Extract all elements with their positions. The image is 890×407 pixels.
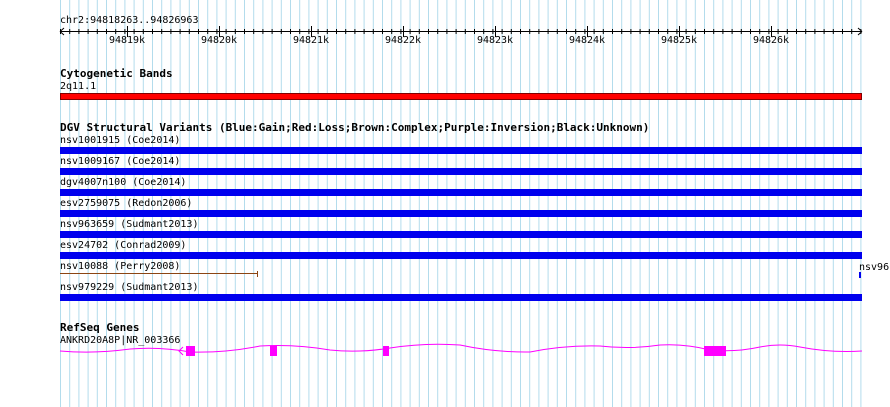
ruler-tick-label: 94822k	[384, 35, 422, 46]
exon	[383, 346, 389, 356]
ruler-tick-label: 94826k	[752, 35, 790, 46]
refseq-track-title: RefSeq Genes	[60, 321, 140, 334]
dgv-track-label: esv24702 (Conrad2009)	[60, 240, 187, 251]
dgv-variant-bar[interactable]	[60, 189, 862, 196]
exon	[704, 346, 726, 356]
dgv-edge-bar[interactable]	[859, 272, 861, 278]
dgv-variant-end-cap	[257, 271, 258, 277]
cyto-band-bar[interactable]	[60, 93, 862, 100]
gene-label: ANKRD20A8P|NR_003366	[60, 335, 181, 346]
exon	[270, 346, 277, 356]
ruler-tick-label: 94820k	[200, 35, 238, 46]
dgv-variant-bar[interactable]	[60, 147, 862, 154]
ruler-tick-label: 94821k	[292, 35, 330, 46]
dgv-track-label: nsv1001915 (Coe2014)	[60, 135, 181, 146]
dgv-track-label: nsv10088 (Perry2008)	[60, 261, 181, 272]
dgv-variant-bar[interactable]	[60, 273, 258, 274]
dgv-track-label: dgv4007n100 (Coe2014)	[60, 177, 187, 188]
ruler-tick-label: 94819k	[108, 35, 146, 46]
dgv-edge-label: nsv96	[859, 262, 890, 273]
dgv-variant-bar[interactable]	[60, 210, 862, 217]
dgv-track-label: esv2759075 (Redon2006)	[60, 198, 193, 209]
region-label: chr2:94818263..94826963	[60, 15, 199, 26]
dgv-track-title: DGV Structural Variants (Blue:Gain;Red:L…	[60, 121, 650, 134]
cyto-track-title: Cytogenetic Bands	[60, 67, 173, 80]
dgv-track-label: nsv963659 (Sudmant2013)	[60, 219, 199, 230]
dgv-variant-bar[interactable]	[60, 168, 862, 175]
dgv-track-label: nsv1009167 (Coe2014)	[60, 156, 181, 167]
dgv-variant-bar[interactable]	[60, 231, 862, 238]
genome-browser: chr2:94818263..94826963 94819k 94820k 9482…	[0, 0, 890, 407]
ruler-tick-label: 94825k	[660, 35, 698, 46]
dgv-variant-bar[interactable]	[60, 294, 862, 301]
dgv-variant-bar[interactable]	[60, 252, 862, 259]
ruler-tick-label: 94823k	[476, 35, 514, 46]
cyto-band-label: 2q11.1	[60, 81, 97, 92]
dgv-track-label: nsv979229 (Sudmant2013)	[60, 282, 199, 293]
ruler-tick-label: 94824k	[568, 35, 606, 46]
exon	[186, 346, 195, 356]
